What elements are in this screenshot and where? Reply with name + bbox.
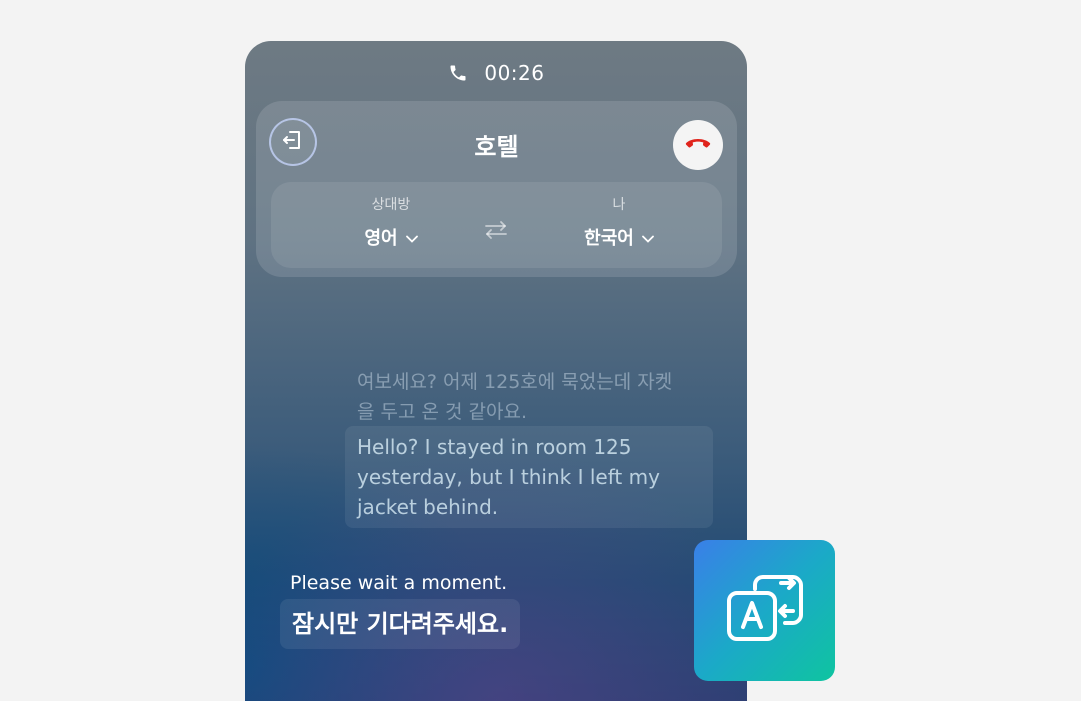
- my-caption: 나: [612, 197, 626, 213]
- call-timer: 00:26: [484, 61, 545, 85]
- page-title: 호텔: [474, 133, 519, 161]
- my-language: 나 한국어: [549, 194, 689, 250]
- incoming-translation-bubble: Hello? I stayed in room 125 yesterday, b…: [345, 426, 713, 528]
- phone-icon: [448, 63, 468, 88]
- hang-up-icon: [685, 136, 711, 155]
- swap-arrows-icon: [484, 221, 508, 245]
- call-header-card: 호텔 상대방 영어 나 한국어: [256, 101, 737, 277]
- chevron-down-icon: [405, 227, 418, 248]
- outgoing-original-bubble: 잠시만 기다려주세요.: [280, 599, 521, 649]
- outgoing-translation-text: Please wait a moment.: [290, 572, 508, 594]
- chevron-down-icon: [641, 227, 654, 248]
- translate-app-icon: [694, 540, 835, 681]
- call-screen: 00:26 호텔 상대방 영어 나 한국어 여보세요? 어제 125호에 묵었는…: [245, 41, 747, 701]
- other-language-dropdown[interactable]: 영어: [364, 224, 418, 250]
- my-language-value: 한국어: [584, 228, 634, 249]
- incoming-original-text: 여보세요? 어제 125호에 묵었는데 자켓을 두고 온 것 같아요.: [357, 371, 673, 423]
- other-language-value: 영어: [364, 228, 398, 249]
- language-selector: 상대방 영어 나 한국어: [271, 182, 722, 268]
- swap-languages-button[interactable]: [484, 219, 508, 245]
- end-call-button[interactable]: [673, 120, 723, 170]
- call-status-bar: 00:26: [245, 61, 747, 88]
- other-party-language: 상대방 영어: [321, 194, 461, 250]
- other-party-caption: 상대방: [371, 197, 411, 213]
- my-language-dropdown[interactable]: 한국어: [584, 224, 654, 250]
